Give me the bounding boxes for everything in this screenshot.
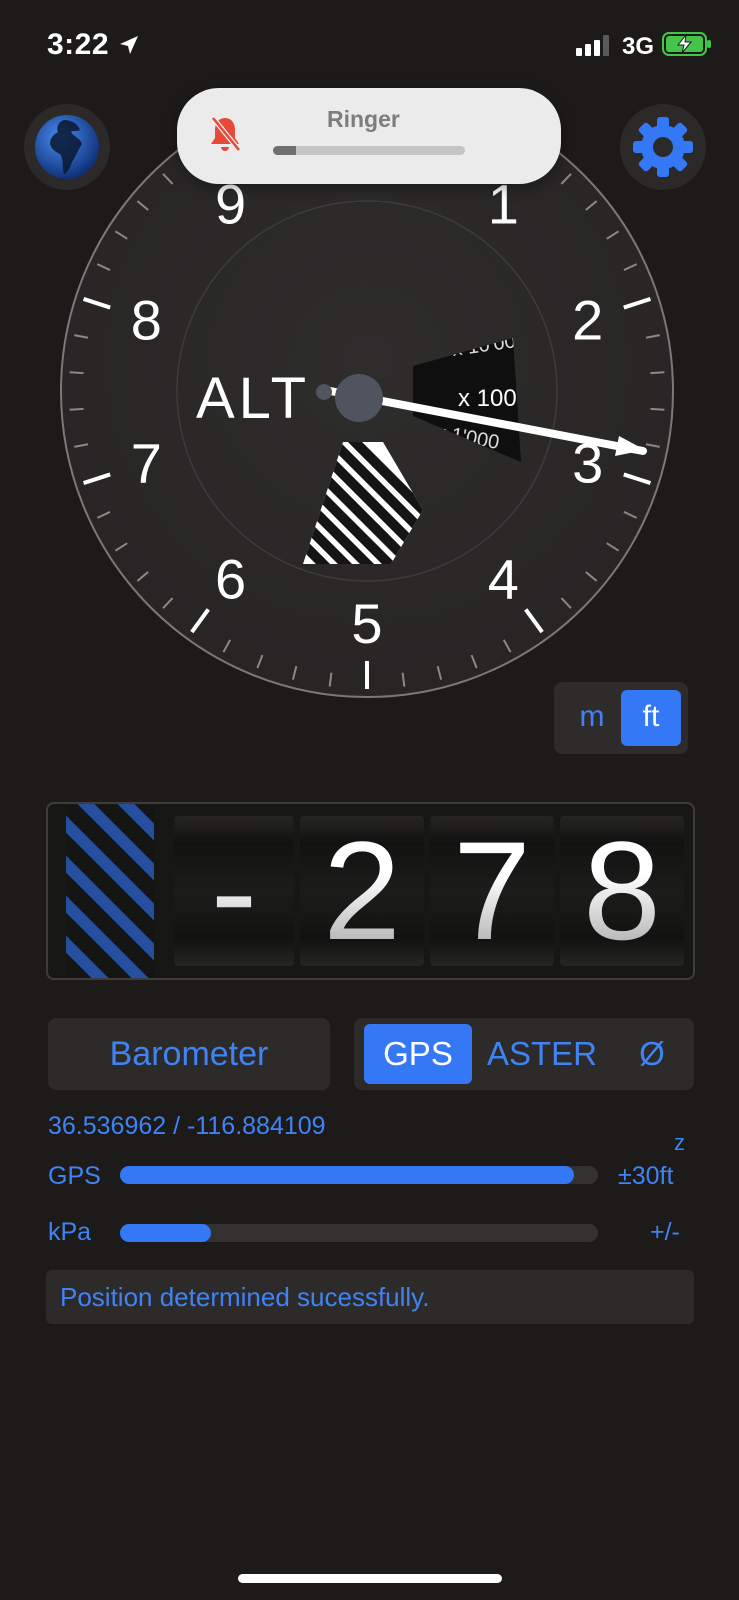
barometer-button[interactable]: Barometer [48,1018,330,1090]
dial-number: 7 [131,432,162,495]
location-arrow-icon [120,36,138,54]
dial-number: 4 [488,548,519,611]
digit-text: - [210,812,258,969]
dial-minor-tick [650,407,665,411]
dial-number: 5 [351,592,382,655]
odometer-digit: 7 [430,816,554,966]
dial-number: 8 [131,288,162,351]
status-message-box: Position determined sucessfully. [46,1270,694,1324]
odometer-digit: - [174,816,294,966]
unit-feet-button[interactable]: ft [621,690,681,746]
z-label: z [674,1130,685,1155]
ringer-label: Ringer [327,106,400,132]
pressure-value: +/- [650,1218,680,1246]
pressure-bar [120,1224,598,1242]
ringer-volume-bar [273,146,465,155]
network-type: 3G [622,33,655,60]
battery-charging-icon [662,32,711,56]
source-gps-button[interactable]: GPS [364,1024,472,1084]
gps-accuracy-value: ±30ft [618,1162,674,1190]
unit-meters-button[interactable]: m [568,694,616,742]
source-segmented-control: GPS ASTER Ø [354,1018,694,1090]
cellular-signal-icon [576,35,609,56]
gps-accuracy-fill [120,1166,575,1184]
digit-text: 2 [323,812,401,969]
altimeter-dial: 0123456789 x 10'000 x 100 x 1'000 ALT [60,116,674,698]
dial-number: 6 [215,548,246,611]
digit-text: 7 [453,812,531,969]
needle-hub [335,374,383,422]
negative-indicator-stripes [66,804,154,978]
home-indicator[interactable] [238,1574,502,1583]
coordinates-text: 36.536962 / -116.884109 [48,1112,326,1140]
dial-minor-tick [69,371,84,375]
dial-number: 2 [572,288,603,351]
pressure-label: kPa [48,1218,92,1246]
pressure-fill [120,1224,211,1242]
gps-accuracy-bar [120,1166,598,1184]
ringer-hud: Ringer [177,88,561,184]
multiplier-mid: x 100 [458,385,517,412]
dial-label: ALT [196,366,310,431]
altitude-odometer: - 2 7 8 [46,802,695,980]
dial-minor-tick [650,371,665,375]
ringer-volume-fill [273,146,297,155]
odometer-digit: 2 [300,816,424,966]
dial-minor-tick [69,407,84,411]
digit-text: 8 [583,812,661,969]
source-none-button[interactable]: Ø [622,1024,682,1084]
bell-slash-icon [211,116,241,152]
source-aster-button[interactable]: ASTER [486,1024,598,1084]
status-message: Position determined sucessfully. [60,1282,430,1312]
odometer-digit: 8 [560,816,684,966]
gps-accuracy-label: GPS [48,1162,101,1190]
status-time: 3:22 [47,28,110,61]
unit-toggle: m ft [554,682,688,754]
